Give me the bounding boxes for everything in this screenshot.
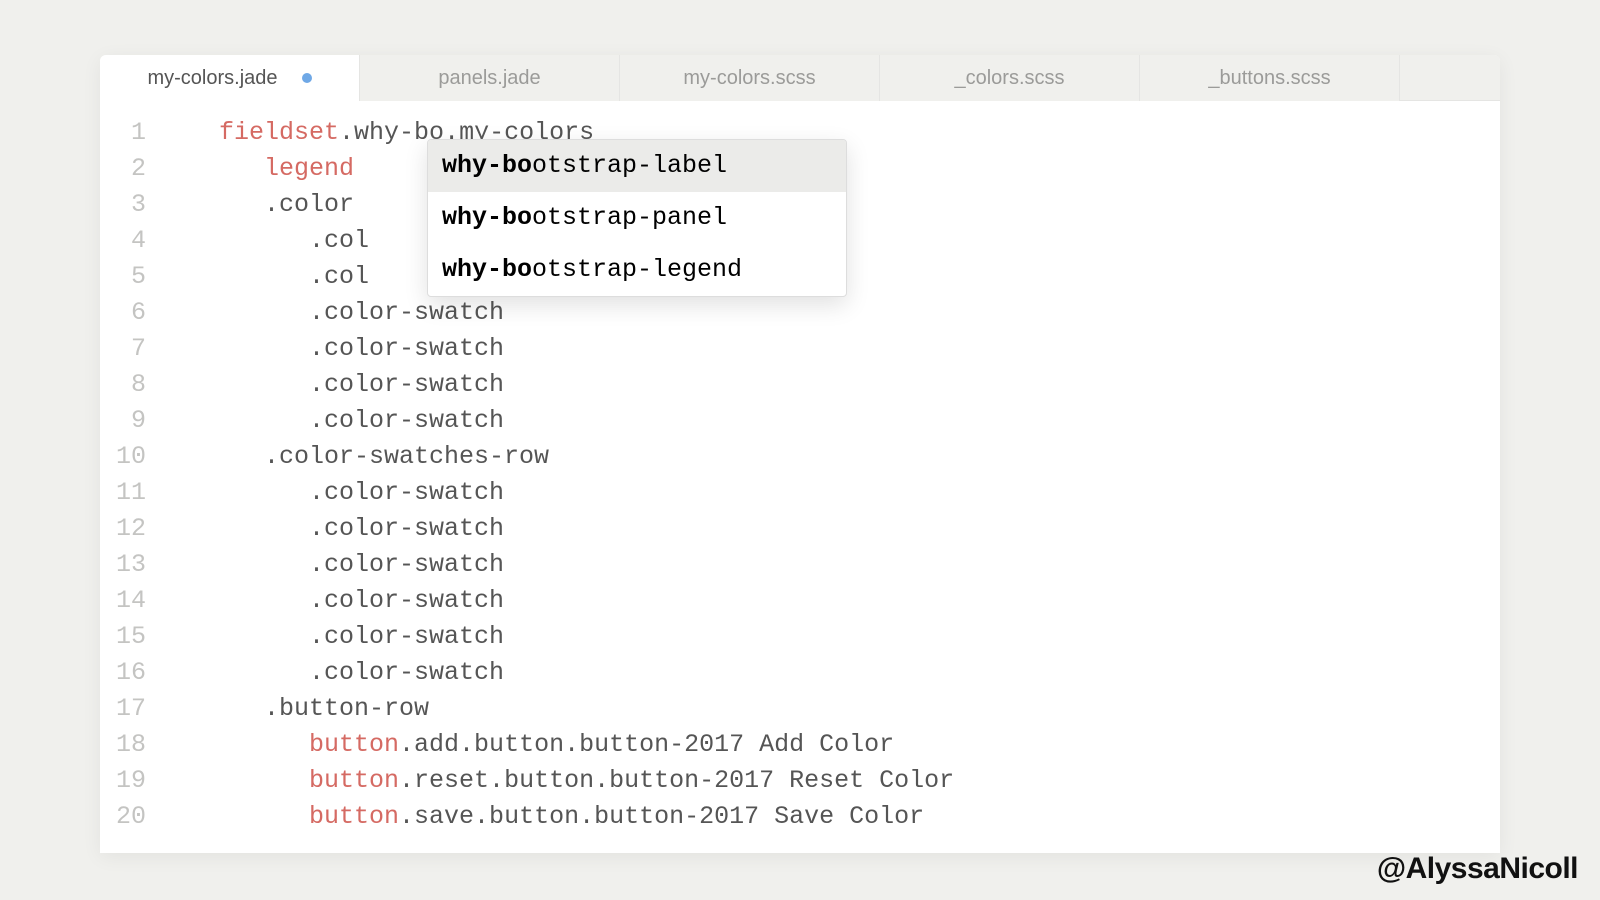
code-line[interactable]: .color-swatch bbox=[174, 475, 954, 511]
line-number: 18 bbox=[100, 727, 160, 763]
tab-label: my-colors.scss bbox=[683, 67, 815, 90]
code-line[interactable]: .button-row bbox=[174, 691, 954, 727]
autocomplete-item[interactable]: why-bootstrap-legend bbox=[428, 244, 846, 296]
line-number: 4 bbox=[100, 223, 160, 259]
line-number: 15 bbox=[100, 619, 160, 655]
tab-label: _colors.scss bbox=[954, 67, 1064, 90]
code-line[interactable]: .color-swatch bbox=[174, 331, 954, 367]
code-line[interactable]: .color-swatches-row bbox=[174, 439, 954, 475]
autocomplete-suffix: otstrap-legend bbox=[532, 255, 742, 284]
autocomplete-match: why-bo bbox=[442, 255, 532, 284]
line-number: 16 bbox=[100, 655, 160, 691]
code-editor[interactable]: 1234567891011121314151617181920 fieldset… bbox=[100, 101, 1500, 835]
code-line[interactable]: button.save.button.button-2017 Save Colo… bbox=[174, 799, 954, 835]
line-number: 7 bbox=[100, 331, 160, 367]
autocomplete-popup[interactable]: why-bootstrap-labelwhy-bootstrap-panelwh… bbox=[427, 139, 847, 297]
autocomplete-suffix: otstrap-panel bbox=[532, 203, 727, 232]
line-number: 11 bbox=[100, 475, 160, 511]
autocomplete-item[interactable]: why-bootstrap-panel bbox=[428, 192, 846, 244]
line-number: 1 bbox=[100, 115, 160, 151]
line-number: 14 bbox=[100, 583, 160, 619]
tab-my-colors-jade[interactable]: my-colors.jade bbox=[100, 55, 360, 101]
tab-label: _buttons.scss bbox=[1208, 67, 1330, 90]
line-number: 3 bbox=[100, 187, 160, 223]
tab-label: panels.jade bbox=[438, 67, 540, 90]
line-number: 17 bbox=[100, 691, 160, 727]
tab-panels-jade[interactable]: panels.jade bbox=[360, 55, 620, 101]
line-number: 13 bbox=[100, 547, 160, 583]
line-number: 9 bbox=[100, 403, 160, 439]
code-line[interactable]: button.reset.button.button-2017 Reset Co… bbox=[174, 763, 954, 799]
tab-bar: my-colors.jade panels.jade my-colors.scss _… bbox=[100, 55, 1500, 101]
line-number: 8 bbox=[100, 367, 160, 403]
code-line[interactable]: .color-swatch bbox=[174, 547, 954, 583]
code-line[interactable]: .color-swatch bbox=[174, 403, 954, 439]
line-number: 10 bbox=[100, 439, 160, 475]
code-line[interactable]: button.add.button.button-2017 Add Color bbox=[174, 727, 954, 763]
code-line[interactable]: .color-swatch bbox=[174, 655, 954, 691]
code-line[interactable]: .color-swatch bbox=[174, 295, 954, 331]
credit-handle: @AlyssaNicoll bbox=[1377, 852, 1578, 886]
autocomplete-match: why-bo bbox=[442, 151, 532, 180]
dirty-indicator-icon bbox=[302, 73, 312, 83]
tab--buttons-scss[interactable]: _buttons.scss bbox=[1140, 55, 1400, 101]
line-number: 20 bbox=[100, 799, 160, 835]
line-gutter: 1234567891011121314151617181920 bbox=[100, 101, 160, 835]
code-line[interactable]: .color-swatch bbox=[174, 619, 954, 655]
line-number: 6 bbox=[100, 295, 160, 331]
autocomplete-suffix: otstrap-label bbox=[532, 151, 727, 180]
code-line[interactable]: .color-swatch bbox=[174, 367, 954, 403]
code-line[interactable]: .color-swatch bbox=[174, 583, 954, 619]
autocomplete-match: why-bo bbox=[442, 203, 532, 232]
tab--colors-scss[interactable]: _colors.scss bbox=[880, 55, 1140, 101]
tab-my-colors-scss[interactable]: my-colors.scss bbox=[620, 55, 880, 101]
code-line[interactable]: .color-swatch bbox=[174, 511, 954, 547]
line-number: 12 bbox=[100, 511, 160, 547]
autocomplete-item[interactable]: why-bootstrap-label bbox=[428, 140, 846, 192]
line-number: 5 bbox=[100, 259, 160, 295]
tab-label: my-colors.jade bbox=[147, 67, 277, 90]
line-number: 2 bbox=[100, 151, 160, 187]
editor-window: my-colors.jade panels.jade my-colors.scss _… bbox=[100, 55, 1500, 853]
line-number: 19 bbox=[100, 763, 160, 799]
